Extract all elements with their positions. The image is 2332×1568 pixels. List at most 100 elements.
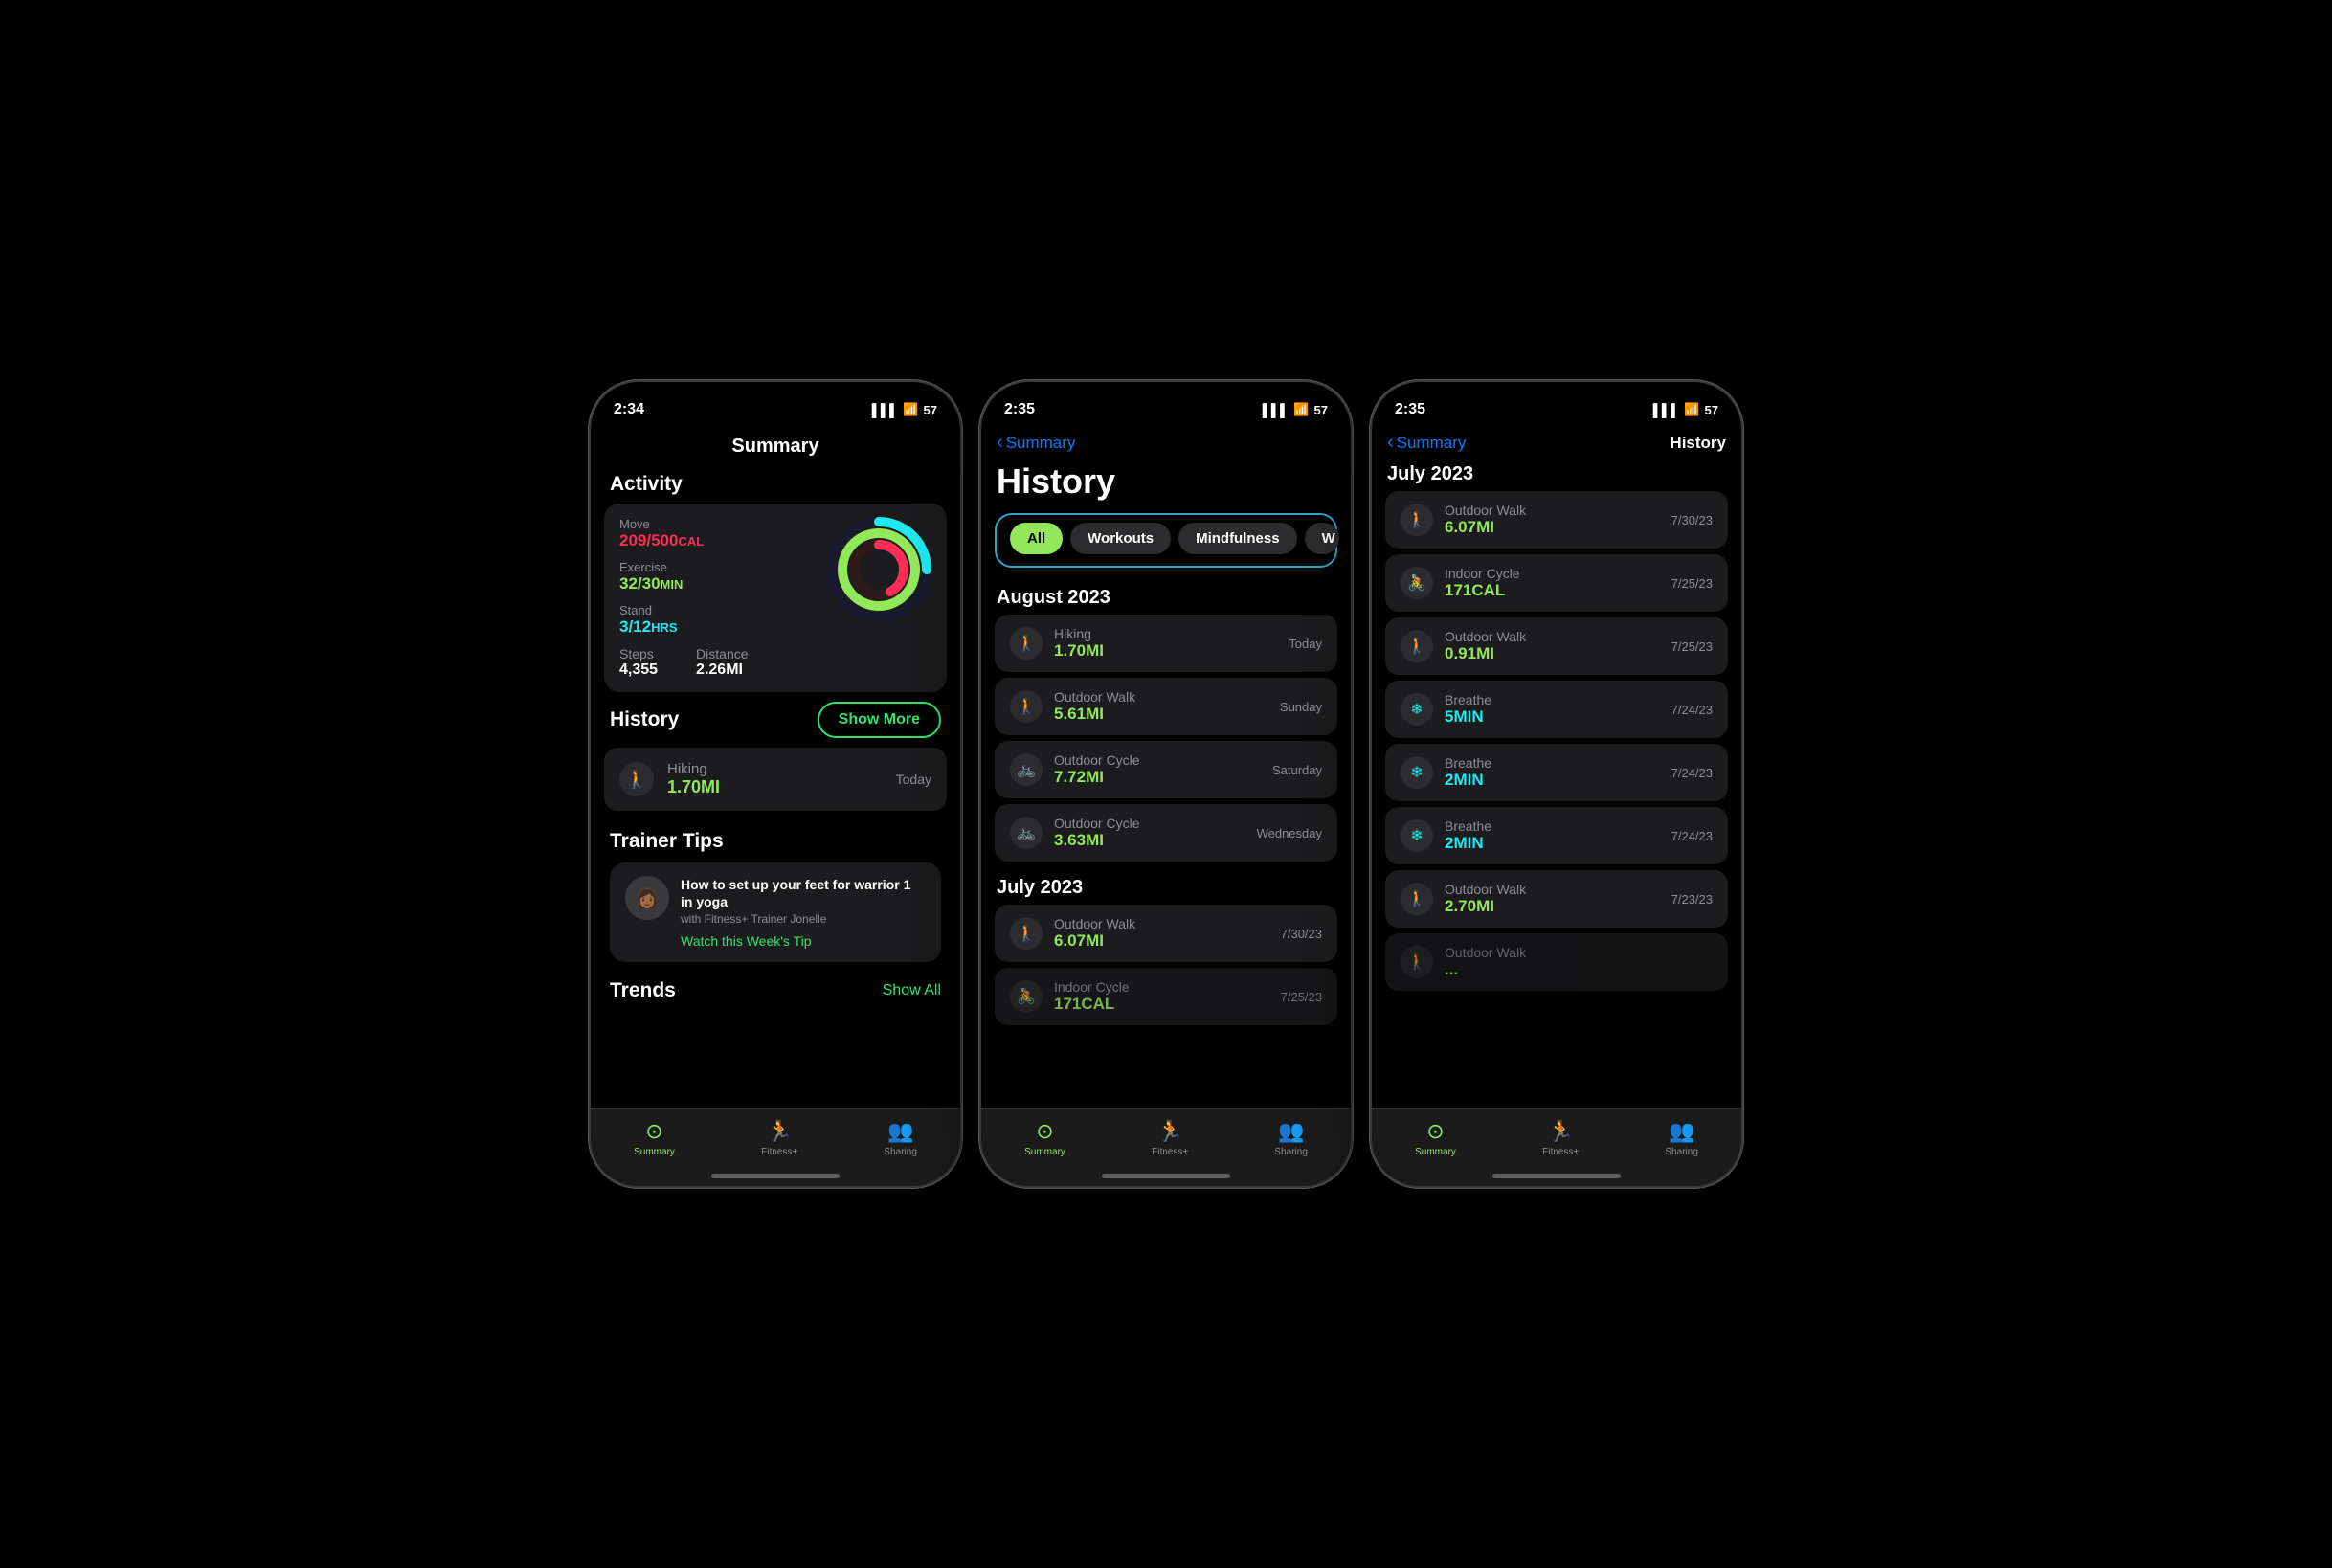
- workout-ic-1[interactable]: 🚴 Indoor Cycle 171CAL 7/25/23: [995, 968, 1337, 1025]
- tab-fitness-1[interactable]: 🏃 Fitness+: [761, 1119, 797, 1157]
- p3-ow-3[interactable]: 🚶 Outdoor Walk 2.70MI 7/23/23: [1385, 870, 1728, 928]
- stand-label: Stand: [619, 603, 826, 617]
- distance-group: Distance 2.26MI: [696, 646, 748, 679]
- trends-row: Trends Show All: [591, 970, 960, 1002]
- history-item-1[interactable]: 🚶 Hiking 1.70MI Today: [604, 748, 947, 811]
- workout-oc-2[interactable]: 🚲 Outdoor Cycle 3.63MI Wednesday: [995, 804, 1337, 862]
- oc-date-2: Wednesday: [1257, 826, 1322, 840]
- filter-workouts[interactable]: Workouts: [1070, 523, 1171, 554]
- phone-3: 2:35 ▌▌▌ 📶 57 ‹ Summary History July 202…: [1370, 380, 1743, 1188]
- tab-summary-1[interactable]: ⊙ Summary: [634, 1119, 675, 1157]
- p3-breathe-1[interactable]: ❄ Breathe 5MIN 7/24/23: [1385, 681, 1728, 738]
- oc-name-1: Outdoor Cycle: [1054, 752, 1261, 768]
- filter-mindfulness[interactable]: Mindfulness: [1178, 523, 1297, 554]
- history-big-title-2: History: [981, 454, 1351, 513]
- oc-date-1: Saturday: [1272, 763, 1322, 777]
- p3-breathe-val-3: 2MIN: [1445, 834, 1660, 853]
- home-indicator-1: [711, 1174, 840, 1178]
- phone-1: 2:34 ▌▌▌ 📶 57 Summary Activity Move 209/…: [589, 380, 962, 1188]
- trainer-card[interactable]: 👩🏾 How to set up your feet for warrior 1…: [610, 862, 941, 962]
- ow-name-2: Outdoor Walk: [1054, 916, 1269, 931]
- status-bar-1: 2:34 ▌▌▌ 📶 57: [591, 382, 960, 428]
- trainer-tip-title: How to set up your feet for warrior 1 in…: [681, 876, 926, 910]
- tab-sharing-3[interactable]: 👥 Sharing: [1665, 1119, 1697, 1157]
- home-indicator-2: [1102, 1174, 1230, 1178]
- history-scroll-2[interactable]: August 2023 🚶 Hiking 1.70MI Today 🚶 Outd…: [981, 577, 1351, 1186]
- activity-rings: [826, 517, 931, 622]
- phone-2: 2:35 ▌▌▌ 📶 57 ‹ Summary History All Work…: [979, 380, 1353, 1188]
- p3-ow-2[interactable]: 🚶 Outdoor Walk 0.91MI 7/25/23: [1385, 617, 1728, 675]
- status-icons-1: ▌▌▌ 📶 57: [872, 402, 937, 417]
- ic-date-1: 7/25/23: [1281, 990, 1322, 1004]
- sharing-icon-2: 👥: [1278, 1119, 1304, 1144]
- back-label-3: Summary: [1397, 434, 1467, 453]
- filter-all[interactable]: All: [1010, 523, 1063, 554]
- p3-ow-val-4: ...: [1445, 960, 1701, 979]
- p3-breathe-val-2: 2MIN: [1445, 771, 1660, 790]
- tab-fitness-2[interactable]: 🏃 Fitness+: [1152, 1119, 1188, 1157]
- filter-w[interactable]: W: [1305, 523, 1339, 554]
- workout-ow-1[interactable]: 🚶 Outdoor Walk 5.61MI Sunday: [995, 678, 1337, 735]
- p3-breathe-name-3: Breathe: [1445, 818, 1660, 834]
- hiking-icon-2: 🚶: [1010, 627, 1043, 660]
- p3-ic-1[interactable]: 🚴 Indoor Cycle 171CAL 7/25/23: [1385, 554, 1728, 612]
- p3-ic-date-1: 7/25/23: [1671, 576, 1713, 591]
- wifi-icon-3: 📶: [1684, 402, 1699, 417]
- tab-summary-3[interactable]: ⊙ Summary: [1415, 1119, 1456, 1157]
- sharing-icon-3: 👥: [1669, 1119, 1694, 1144]
- p3-breathe-info-3: Breathe 2MIN: [1445, 818, 1660, 853]
- back-button-3[interactable]: ‹ Summary: [1387, 432, 1466, 454]
- workout-ow-2[interactable]: 🚶 Outdoor Walk 6.07MI 7/30/23: [995, 905, 1337, 962]
- phone-2-screen: 2:35 ▌▌▌ 📶 57 ‹ Summary History All Work…: [981, 382, 1351, 1186]
- summary-icon-2: ⊙: [1036, 1119, 1053, 1144]
- trainer-tips-section: Trainer Tips 👩🏾 How to set up your feet …: [591, 818, 960, 970]
- ow-val-2: 6.07MI: [1054, 931, 1269, 951]
- ow-val-1: 5.61MI: [1054, 705, 1268, 724]
- tab-sharing-1[interactable]: 👥 Sharing: [884, 1119, 916, 1157]
- metric-bottom: Steps 4,355 Distance 2.26MI: [619, 646, 826, 679]
- filter-tabs-2: All Workouts Mindfulness W: [995, 513, 1337, 568]
- stand-row: Stand 3/12HRS: [619, 603, 826, 637]
- exercise-row: Exercise 32/30MIN: [619, 560, 826, 594]
- trainer-tip-sub: with Fitness+ Trainer Jonelle: [681, 912, 926, 926]
- signal-icon-3: ▌▌▌: [1653, 403, 1680, 417]
- history-scroll-3[interactable]: July 2023 🚶 Outdoor Walk 6.07MI 7/30/23 …: [1372, 454, 1741, 1133]
- p3-breathe-3[interactable]: ❄ Breathe 2MIN 7/24/23: [1385, 807, 1728, 864]
- signal-icon-1: ▌▌▌: [872, 403, 899, 417]
- stand-value: 3/12HRS: [619, 617, 826, 637]
- tab-summary-2[interactable]: ⊙ Summary: [1024, 1119, 1065, 1157]
- show-all-link[interactable]: Show All: [883, 982, 941, 999]
- oc-val-1: 7.72MI: [1054, 768, 1261, 787]
- tab-sharing-2[interactable]: 👥 Sharing: [1274, 1119, 1307, 1157]
- sharing-label-2: Sharing: [1274, 1147, 1307, 1157]
- back-button-2[interactable]: ‹ Summary: [997, 432, 1075, 454]
- oc-info-1: Outdoor Cycle 7.72MI: [1054, 752, 1261, 787]
- workout-hiking[interactable]: 🚶 Hiking 1.70MI Today: [995, 615, 1337, 672]
- hiking-date-2: Today: [1289, 637, 1322, 651]
- nav-bar-3: ‹ Summary History: [1372, 428, 1741, 454]
- p3-ow-info-3: Outdoor Walk 2.70MI: [1445, 882, 1660, 916]
- p3-ic-info-1: Indoor Cycle 171CAL: [1445, 566, 1660, 600]
- summary-label-1: Summary: [634, 1147, 675, 1157]
- p3-ow-info-4: Outdoor Walk ...: [1445, 945, 1701, 979]
- p3-breathe-info-2: Breathe 2MIN: [1445, 755, 1660, 790]
- exercise-label: Exercise: [619, 560, 826, 574]
- show-more-button[interactable]: Show More: [818, 702, 941, 738]
- p3-breathe-2[interactable]: ❄ Breathe 2MIN 7/24/23: [1385, 744, 1728, 801]
- status-bar-3: 2:35 ▌▌▌ 📶 57: [1372, 382, 1741, 428]
- workout-oc-1[interactable]: 🚲 Outdoor Cycle 7.72MI Saturday: [995, 741, 1337, 798]
- activity-card: Move 209/500CAL Exercise 32/30MIN Stand …: [604, 504, 947, 692]
- p3-ow-1[interactable]: 🚶 Outdoor Walk 6.07MI 7/30/23: [1385, 491, 1728, 549]
- watch-tip-link[interactable]: Watch this Week's Tip: [681, 933, 926, 949]
- steps-group: Steps 4,355: [619, 646, 658, 679]
- p3-breathe-name-2: Breathe: [1445, 755, 1660, 771]
- hiking-name-2: Hiking: [1054, 626, 1277, 641]
- p3-ow-4[interactable]: 🚶 Outdoor Walk ...: [1385, 933, 1728, 991]
- battery-icon-3: 57: [1705, 403, 1718, 417]
- p3-ow-date-2: 7/25/23: [1671, 639, 1713, 654]
- tab-fitness-3[interactable]: 🏃 Fitness+: [1542, 1119, 1579, 1157]
- ow-info-2: Outdoor Walk 6.07MI: [1054, 916, 1269, 951]
- home-indicator-3: [1492, 1174, 1621, 1178]
- hiking-info-2: Hiking 1.70MI: [1054, 626, 1277, 661]
- p3-ic-icon-1: 🚴: [1401, 567, 1433, 599]
